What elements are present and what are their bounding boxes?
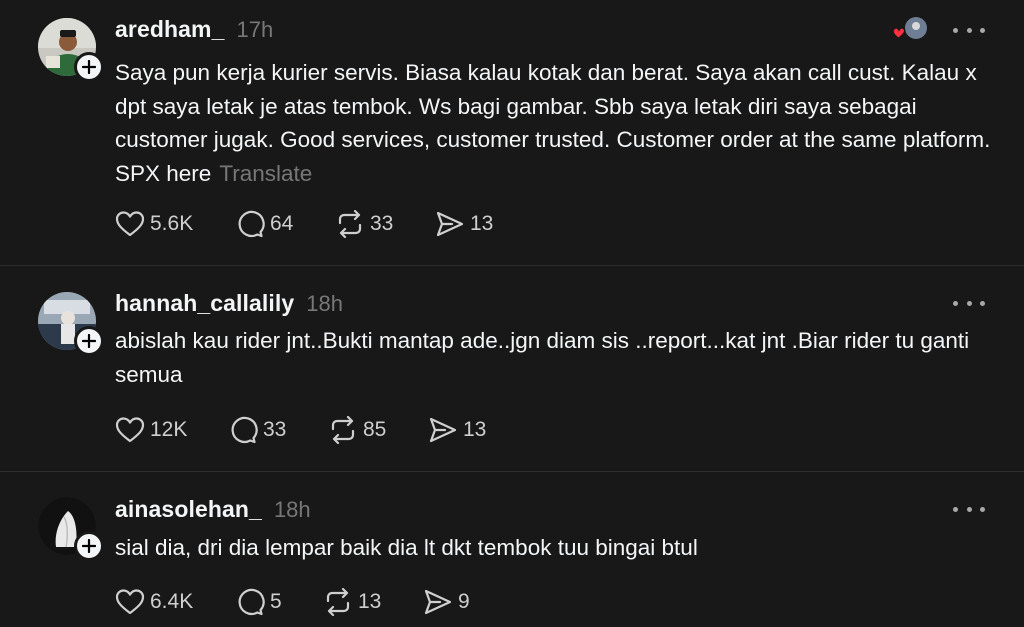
post-header: hannah_callalily 18h <box>115 290 343 317</box>
reply-button[interactable]: 64 <box>235 209 335 239</box>
reply-icon <box>231 416 258 444</box>
username[interactable]: aredham_ <box>115 16 224 43</box>
reply-icon <box>238 210 265 238</box>
reply-count: 33 <box>263 418 287 441</box>
plus-icon <box>82 539 96 553</box>
follow-button[interactable] <box>74 52 104 82</box>
action-bar: 5.6K 64 33 13 <box>115 209 515 239</box>
like-button[interactable]: 12K <box>115 415 228 445</box>
reply-button[interactable]: 33 <box>228 415 328 445</box>
repost-count: 13 <box>358 590 382 613</box>
follow-button[interactable] <box>74 531 104 561</box>
post-body: abislah kau rider jnt..Bukti mantap ade.… <box>115 328 970 387</box>
reply-icon <box>238 588 265 616</box>
plus-icon <box>82 334 96 348</box>
share-count: 9 <box>458 590 470 613</box>
more-options-button[interactable] <box>953 22 985 38</box>
like-count: 6.4K <box>150 590 194 613</box>
like-button[interactable]: 6.4K <box>115 587 235 617</box>
plus-icon <box>82 60 96 74</box>
share-count: 13 <box>463 418 487 441</box>
heart-icon <box>115 211 145 237</box>
post-header: aredham_ 17h <box>115 16 273 43</box>
timestamp: 17h <box>236 17 274 42</box>
post-text: sial dia, dri dia lempar baik dia lt dkt… <box>115 531 995 565</box>
post-text: abislah kau rider jnt..Bukti mantap ade.… <box>115 324 995 391</box>
divider <box>0 265 1024 266</box>
more-icon <box>953 27 958 33</box>
like-count: 12K <box>150 418 188 441</box>
share-button[interactable]: 9 <box>423 587 503 617</box>
avatar-ainasolehan[interactable] <box>38 497 104 561</box>
liked-by-avatars[interactable] <box>890 16 930 44</box>
translate-link[interactable]: Translate <box>219 161 312 186</box>
repost-button[interactable]: 33 <box>335 209 435 239</box>
more-options-button[interactable] <box>953 501 985 517</box>
share-button[interactable]: 13 <box>435 209 515 239</box>
action-bar: 6.4K 5 13 9 <box>115 587 503 617</box>
reply-count: 5 <box>270 590 282 613</box>
username[interactable]: ainasolehan_ <box>115 496 262 523</box>
divider <box>0 471 1024 472</box>
username[interactable]: hannah_callalily <box>115 290 294 317</box>
avatar-aredham[interactable] <box>38 18 104 82</box>
heart-icon <box>115 589 145 615</box>
timestamp: 18h <box>306 291 344 316</box>
like-count: 5.6K <box>150 212 194 235</box>
more-icon <box>953 300 958 306</box>
repost-count: 33 <box>370 212 394 235</box>
threads-feed: aredham_ 17h Saya pun kerja kurier servi… <box>0 0 1024 627</box>
share-button[interactable]: 13 <box>428 415 508 445</box>
share-count: 13 <box>470 212 494 235</box>
share-icon <box>429 417 457 443</box>
share-icon <box>424 589 452 615</box>
repost-button[interactable]: 85 <box>328 415 428 445</box>
post-header: ainasolehan_ 18h <box>115 496 311 523</box>
repost-button[interactable]: 13 <box>323 587 423 617</box>
post-body: sial dia, dri dia lempar baik dia lt dkt… <box>115 535 698 560</box>
action-bar: 12K 33 85 13 <box>115 415 508 445</box>
repost-count: 85 <box>363 418 387 441</box>
avatar-hannah[interactable] <box>38 292 104 356</box>
more-options-button[interactable] <box>953 295 985 311</box>
more-icon <box>953 506 958 512</box>
repost-icon <box>338 210 362 238</box>
share-icon <box>436 211 464 237</box>
reply-button[interactable]: 5 <box>235 587 323 617</box>
reply-count: 64 <box>270 212 294 235</box>
repost-icon <box>326 588 350 616</box>
like-button[interactable]: 5.6K <box>115 209 235 239</box>
post-text: Saya pun kerja kurier servis. Biasa kala… <box>115 56 995 190</box>
timestamp: 18h <box>273 497 311 522</box>
follow-button[interactable] <box>74 326 104 356</box>
heart-icon <box>115 417 145 443</box>
repost-icon <box>331 416 355 444</box>
